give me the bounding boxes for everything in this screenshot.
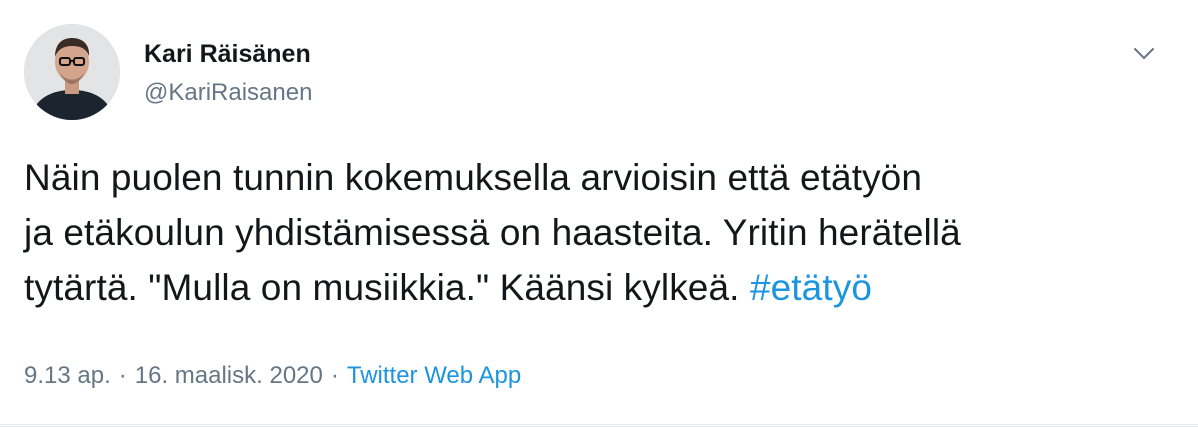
- tweet-date[interactable]: 16. maalisk. 2020: [135, 362, 323, 389]
- avatar[interactable]: [24, 24, 120, 120]
- author-names: Kari Räisänen @KariRaisanen: [144, 38, 312, 108]
- tweet-text: Näin puolen tunnin kokemuksella arvioisi…: [24, 150, 1184, 315]
- hashtag-link[interactable]: #etätyö: [750, 267, 872, 308]
- avatar-photo: [24, 24, 120, 120]
- author-handle[interactable]: @KariRaisanen: [144, 78, 312, 108]
- tweet-text-line: tytärtä. "Mulla on musiikkia." Käänsi ky…: [24, 260, 1184, 315]
- tweet-card: Kari Räisänen @KariRaisanen Näin puolen …: [0, 0, 1198, 427]
- tweet-text-line: Näin puolen tunnin kokemuksella arvioisi…: [24, 157, 923, 198]
- tweet-metadata: 9.13 ap. · 16. maalisk. 2020 · Twitter Web A…: [24, 360, 521, 392]
- more-options-button[interactable]: [1130, 40, 1158, 68]
- author-display-name[interactable]: Kari Räisänen: [144, 38, 312, 70]
- bottom-divider: [0, 424, 1198, 425]
- tweet-source-link[interactable]: Twitter Web App: [347, 362, 521, 389]
- tweet-text-line: ja etäkoulun yhdistämisessä on haasteita…: [24, 212, 961, 253]
- tweet-header: Kari Räisänen @KariRaisanen: [24, 24, 1174, 124]
- meta-separator: ·: [118, 362, 127, 389]
- meta-separator: ·: [330, 362, 339, 389]
- chevron-down-icon: [1134, 48, 1154, 59]
- tweet-time[interactable]: 9.13 ap.: [24, 362, 111, 389]
- tweet-text-line-content: tytärtä. "Mulla on musiikkia." Käänsi ky…: [24, 267, 740, 308]
